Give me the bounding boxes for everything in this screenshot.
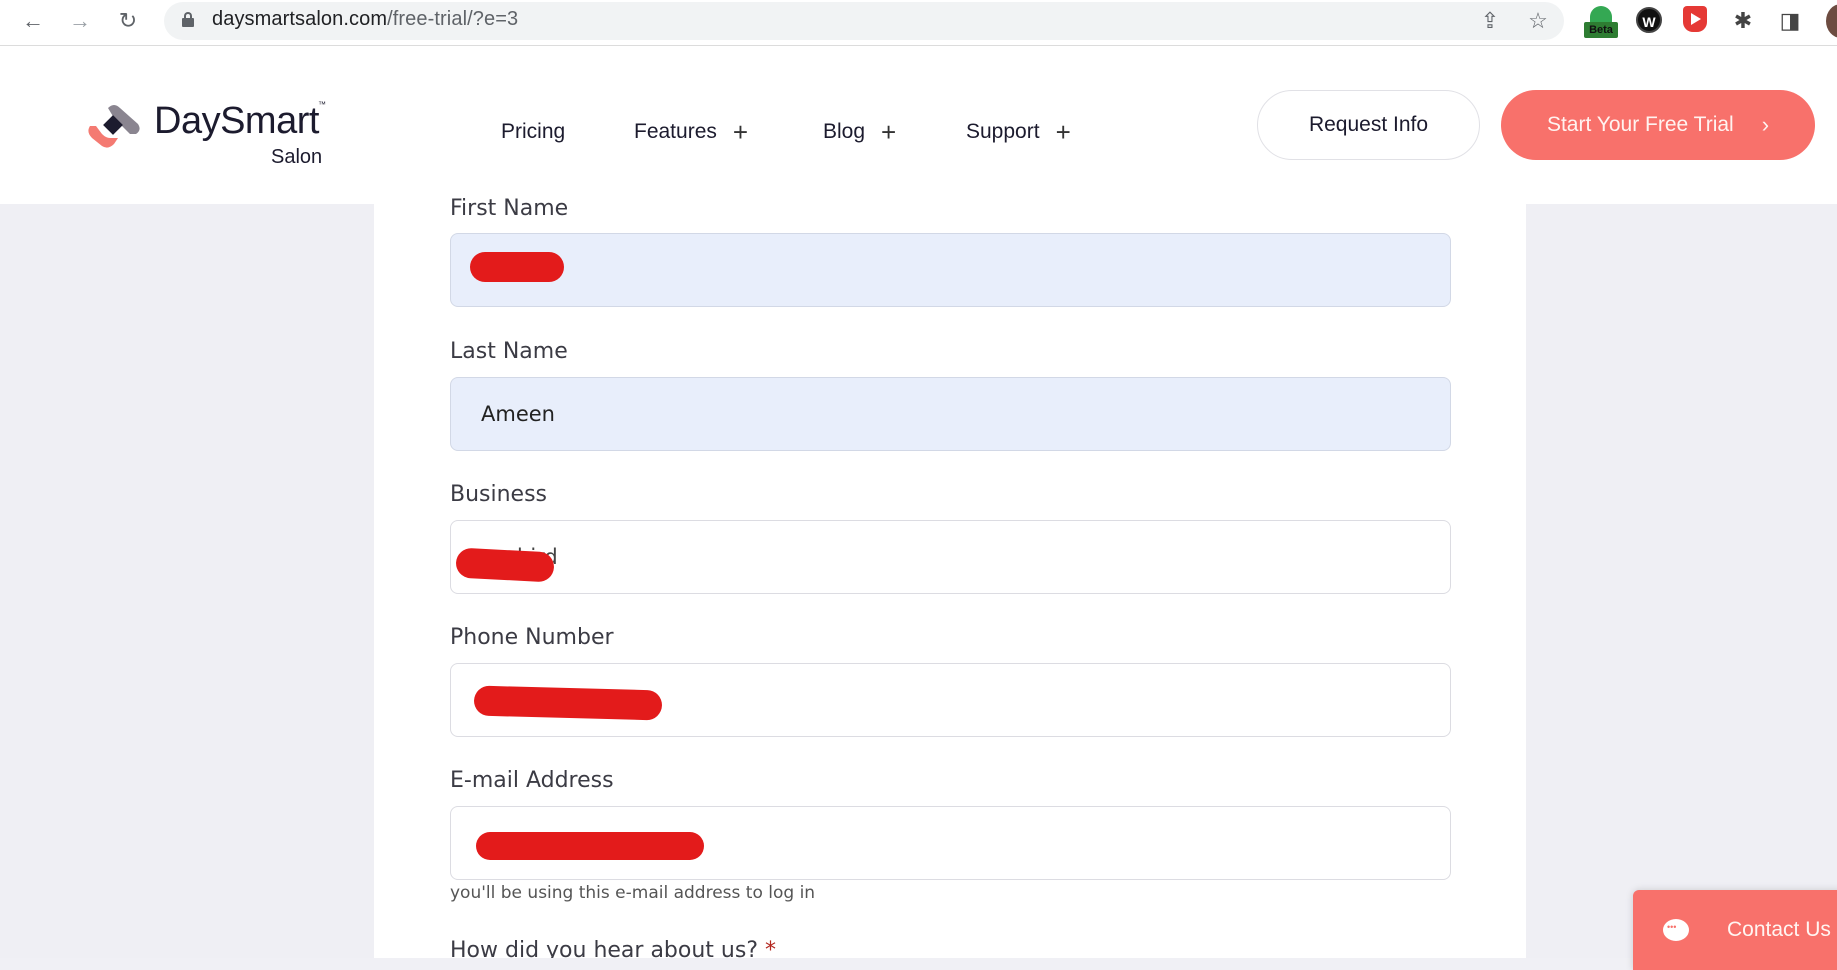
play-extension-icon[interactable] xyxy=(1683,6,1707,32)
daysmart-logo[interactable]: DaySmart ™ Salon xyxy=(86,96,326,176)
trademark-mark: ™ xyxy=(318,100,326,109)
contact-us-label: Contact Us xyxy=(1727,918,1831,941)
phone-number-label: Phone Number xyxy=(450,625,614,650)
redaction-mark xyxy=(455,547,555,583)
last-name-value: Ameen xyxy=(481,402,555,426)
profile-avatar[interactable] xyxy=(1826,4,1837,38)
bookmark-star-icon[interactable]: ☆ xyxy=(1523,6,1553,36)
side-panel-icon[interactable]: ◨ xyxy=(1775,6,1805,36)
logo-wordmark: DaySmart xyxy=(154,100,319,142)
nav-support[interactable]: Support + xyxy=(966,112,1071,152)
request-info-label: Request Info xyxy=(1308,113,1429,136)
url-text[interactable]: daysmartsalon.com/free-trial/?e=3 xyxy=(212,8,518,31)
nav-blog-label: Blog xyxy=(823,120,866,143)
email-hint: you'll be using this e-mail address to l… xyxy=(450,883,816,903)
start-free-trial-button[interactable]: Start Your Free Trial › xyxy=(1501,90,1815,160)
chat-bubble-icon xyxy=(1663,919,1689,941)
how-did-you-hear-text: How did you hear about us? xyxy=(450,938,758,958)
extensions-puzzle-icon[interactable]: ✱ xyxy=(1728,6,1758,36)
forward-arrow-icon[interactable]: → xyxy=(65,6,95,36)
chevron-right-icon: › xyxy=(1761,112,1770,137)
first-name-label: First Name xyxy=(450,196,569,221)
browser-toolbar: ← → ↻ daysmartsalon.com/free-trial/?e=3 … xyxy=(0,0,1837,46)
nav-support-label: Support xyxy=(966,120,1040,143)
logo-subtitle: Salon xyxy=(271,146,323,168)
required-asterisk: * xyxy=(765,938,776,958)
beta-badge: Beta xyxy=(1584,22,1618,38)
first-name-input[interactable] xyxy=(450,233,1451,307)
url-path: /free-trial/?e=3 xyxy=(387,8,519,30)
nav-features-label: Features xyxy=(634,120,717,143)
redaction-mark xyxy=(473,685,663,721)
logo-mark-icon xyxy=(88,105,140,148)
plus-icon: + xyxy=(732,116,749,147)
plus-icon: + xyxy=(1055,116,1071,147)
business-label: Business xyxy=(450,482,548,507)
redaction-mark xyxy=(476,832,704,860)
last-name-input[interactable]: Ameen xyxy=(450,377,1451,451)
lock-icon[interactable] xyxy=(182,12,194,28)
reload-icon[interactable]: ↻ xyxy=(113,6,143,36)
url-host: daysmartsalon.com xyxy=(212,8,388,30)
beta-extension-icon[interactable]: Beta xyxy=(1584,4,1618,38)
redaction-mark xyxy=(470,252,564,282)
w-extension-icon[interactable]: W xyxy=(1636,7,1662,33)
site-header: DaySmart ™ Salon Pricing Features + Blog… xyxy=(0,46,1837,204)
nav-pricing-label: Pricing xyxy=(501,120,566,143)
nav-blog[interactable]: Blog + xyxy=(823,112,896,152)
last-name-label: Last Name xyxy=(450,339,568,364)
nav-pricing[interactable]: Pricing xyxy=(501,112,565,152)
back-arrow-icon[interactable]: ← xyxy=(18,6,48,36)
contact-us-button[interactable]: Contact Us xyxy=(1633,890,1837,970)
start-free-trial-label: Start Your Free Trial xyxy=(1546,113,1734,136)
email-label: E-mail Address xyxy=(450,768,614,793)
how-did-you-hear-label: How did you hear about us? * xyxy=(450,938,776,958)
request-info-button[interactable]: Request Info xyxy=(1257,90,1480,160)
nav-features[interactable]: Features + xyxy=(634,112,748,152)
plus-icon: + xyxy=(881,116,897,147)
share-icon[interactable]: ⇪ xyxy=(1475,6,1505,36)
business-input[interactable]: bird xyxy=(450,520,1451,594)
